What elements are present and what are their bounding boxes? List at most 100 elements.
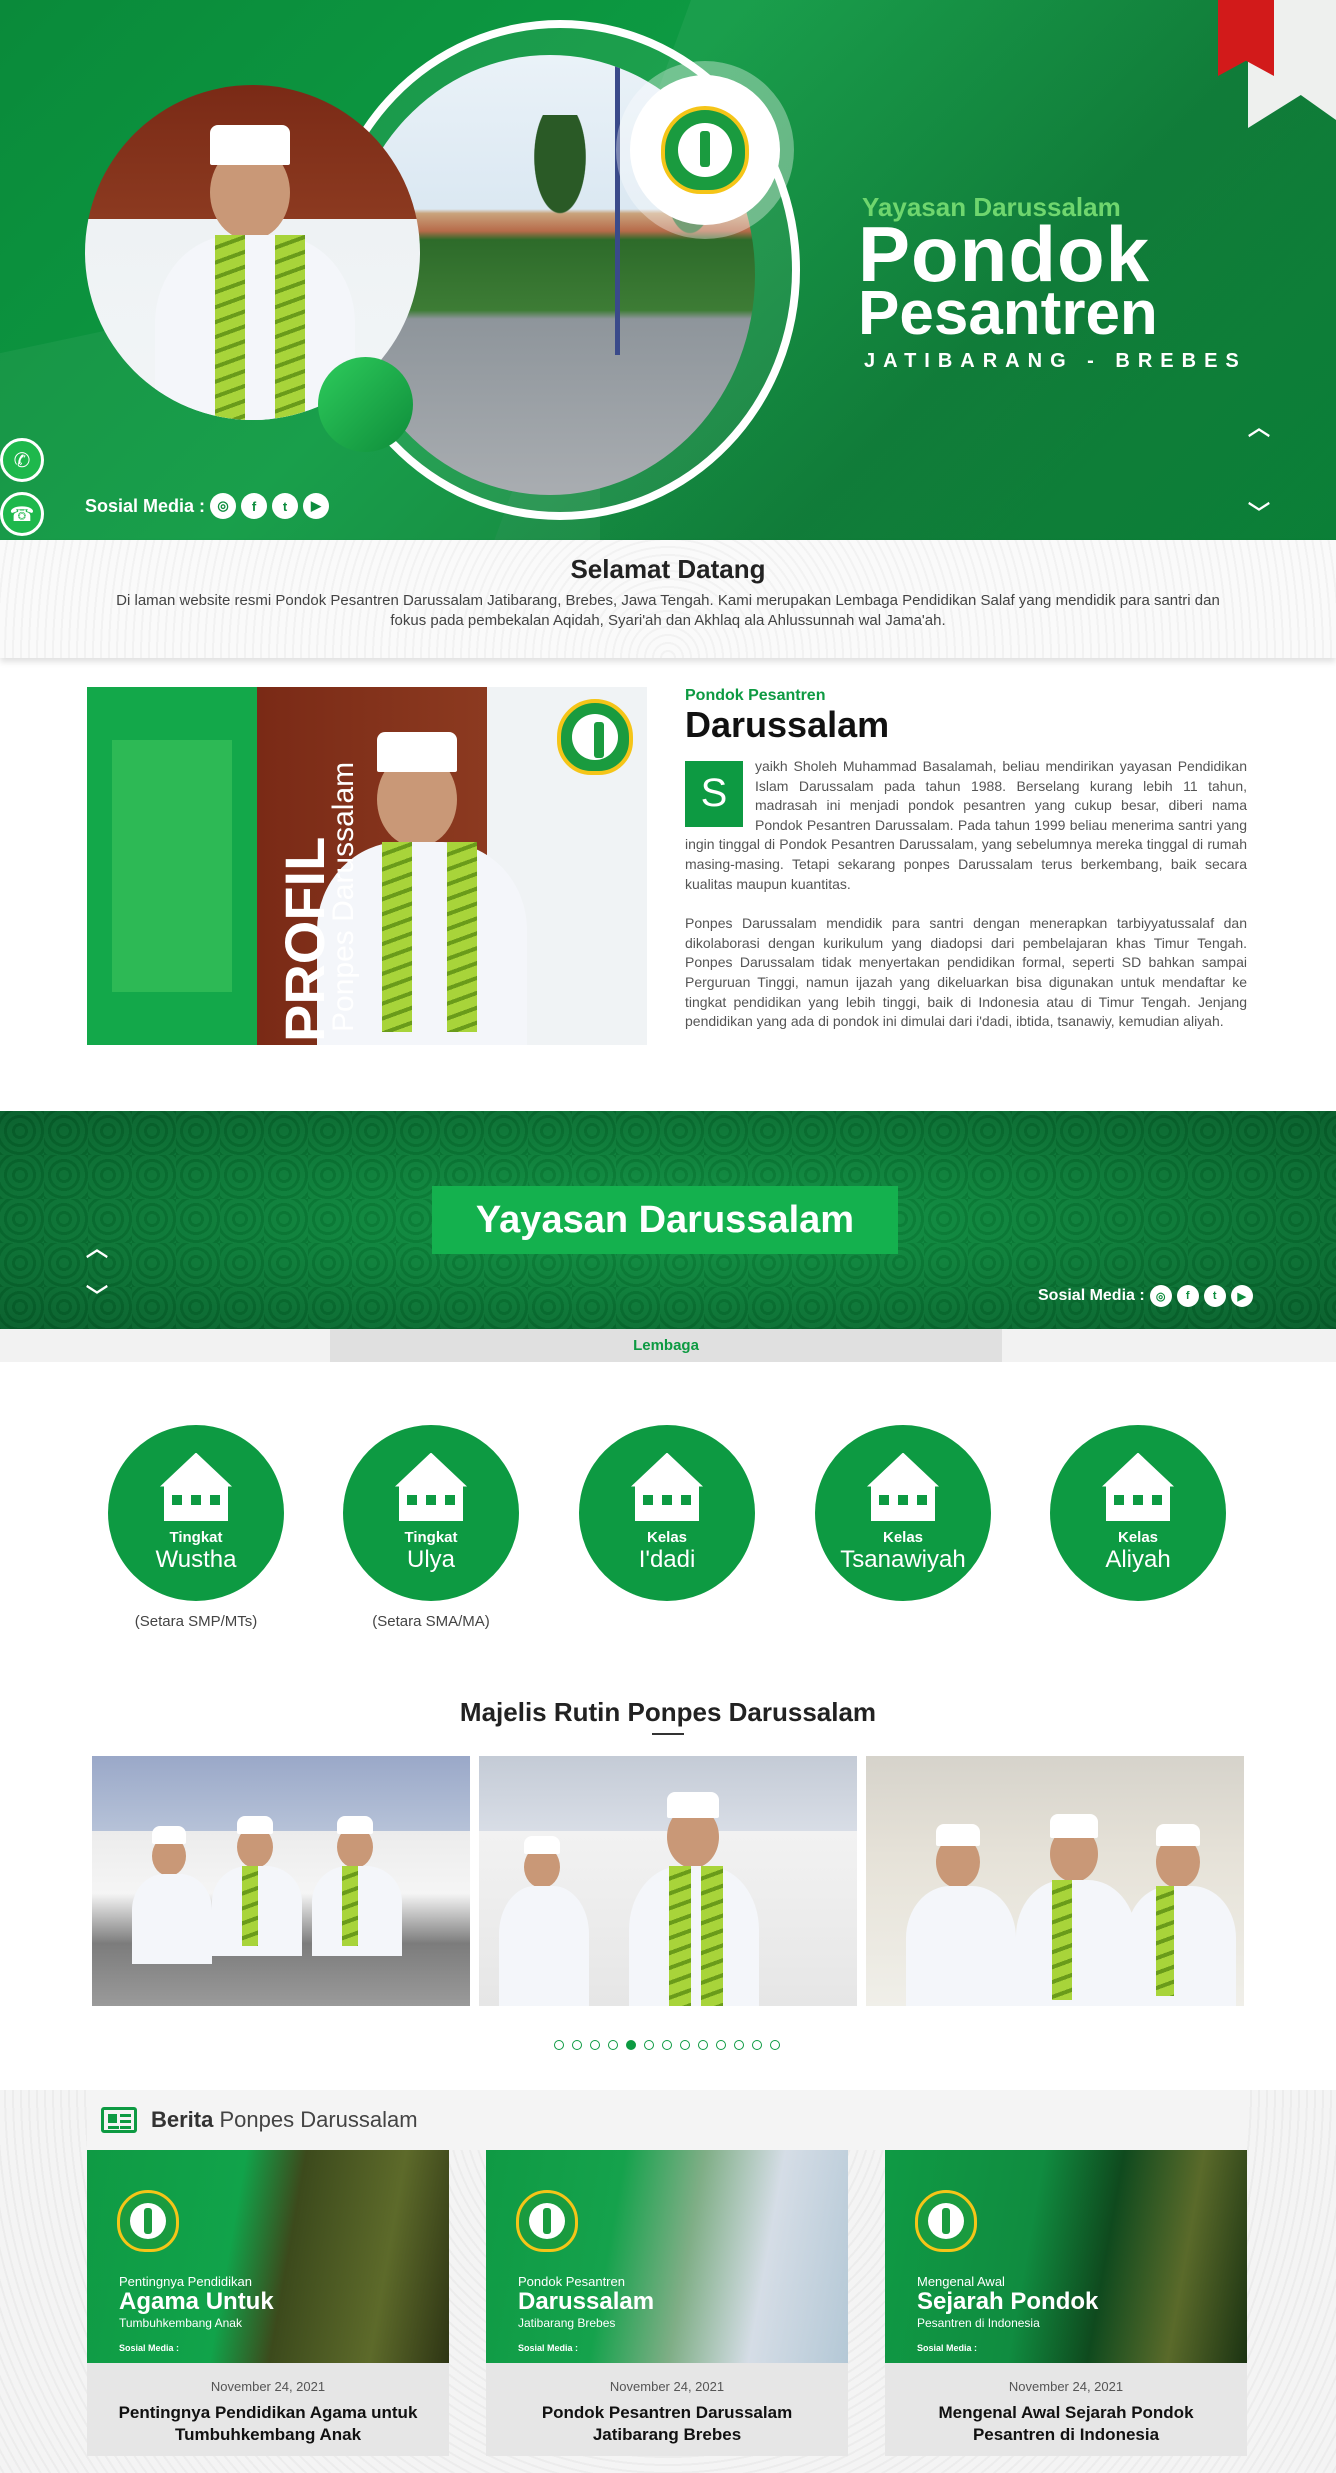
lembaga-item[interactable]: Tingkat Wustha (Setara SMP/MTs) (108, 1425, 284, 1631)
logo-badge (630, 75, 780, 225)
banner-label: Yayasan Darussalam (432, 1186, 898, 1254)
twitter-icon[interactable]: t (1203, 1285, 1226, 1307)
school-icon (863, 1452, 943, 1523)
carousel-dot[interactable] (698, 2040, 708, 2050)
emblem-logo (516, 2190, 578, 2252)
carousel-dot[interactable] (626, 2040, 636, 2050)
lembaga-item[interactable]: Kelas Aliyah (1050, 1425, 1226, 1631)
emblem-logo (557, 699, 637, 779)
carousel-dot[interactable] (644, 2040, 654, 2050)
profile-image: PROFIL Ponpes Darussalam (87, 687, 647, 1045)
lembaga-name: Aliyah (1105, 1545, 1171, 1573)
lembaga-level: Tingkat (404, 1528, 458, 1546)
majelis-photo[interactable] (866, 1756, 1244, 2006)
carousel-dot[interactable] (554, 2040, 564, 2050)
carousel-dot[interactable] (590, 2040, 600, 2050)
welcome-text: Di laman website resmi Pondok Pesantren … (116, 592, 1220, 629)
news-title-link[interactable]: Pentingnya Pendidikan Agama untuk Tumbuh… (99, 2402, 437, 2446)
thumb-caption: Mengenal Awal (917, 2274, 1005, 2289)
lembaga-note (1050, 1613, 1226, 1631)
facebook-icon[interactable]: f (241, 493, 268, 519)
profile-paragraph-2: Ponpes Darussalam mendidik para santri d… (685, 915, 1247, 1030)
banner-social-media: Sosial Media : ◎ f t ▶ (1038, 1285, 1253, 1307)
news-thumbnail[interactable]: Mengenal Awal Sejarah Pondok Pesantren d… (885, 2150, 1247, 2363)
profile-paragraph-1: yaikh Sholeh Muhammad Basalamah, beliau … (685, 758, 1247, 892)
carousel-dot[interactable] (680, 2040, 690, 2050)
slide-up-arrow-icon[interactable]: ︿ (82, 1231, 112, 1263)
tab-strip: Lembaga (0, 1329, 1336, 1362)
news-title-link[interactable]: Pondok Pesantren Darussalam Jatibarang B… (498, 2402, 836, 2446)
hero-social-media: Sosial Media : ◎ f t ▶ (85, 493, 330, 519)
whatsapp-icon[interactable]: ✆ (0, 438, 44, 482)
carousel-dot[interactable] (716, 2040, 726, 2050)
lembaga-level: Tingkat (169, 1528, 223, 1546)
thumb-headline: Darussalam (518, 2288, 655, 2315)
news-title-link[interactable]: Mengenal Awal Sejarah Pondok Pesantren d… (897, 2402, 1235, 2446)
lembaga-note: (Setara SMP/MTs) (134, 1613, 258, 1630)
majelis-photo[interactable] (479, 1756, 857, 2006)
news-card[interactable]: Mengenal Awal Sejarah Pondok Pesantren d… (885, 2150, 1247, 2456)
lembaga-level: Kelas (882, 1528, 924, 1546)
tab-lembaga[interactable]: Lembaga (330, 1329, 1002, 1362)
slide-down-arrow-icon[interactable]: ﹀ (1244, 496, 1274, 528)
berita-header: Berita Ponpes Darussalam (87, 2090, 1247, 2150)
school-icon (1098, 1452, 1178, 1523)
thumb-caption: Jatibarang Brebes (518, 2316, 616, 2330)
social-label: Sosial Media : (1038, 1287, 1145, 1304)
profile-vertical-subtitle: Ponpes Darussalam (327, 761, 360, 1032)
title-underline (652, 1733, 684, 1735)
profile-vertical-title: PROFIL (273, 836, 336, 1042)
phone-icon[interactable]: ☎ (0, 492, 44, 536)
lembaga-note (579, 1613, 755, 1631)
majelis-title: Majelis Rutin Ponpes Darussalam (459, 1697, 877, 1727)
news-card[interactable]: Pondok Pesantren Darussalam Jatibarang B… (486, 2150, 848, 2456)
lembaga-name: Ulya (406, 1545, 455, 1573)
thumb-caption: Pondok Pesantren (518, 2274, 625, 2289)
school-icon (156, 1452, 236, 1523)
news-date: November 24, 2021 (210, 2379, 326, 2394)
slide-up-arrow-icon[interactable]: ︿ (1244, 410, 1274, 442)
welcome-title: Selamat Datang (570, 554, 766, 584)
youtube-icon[interactable]: ▶ (1230, 1285, 1253, 1307)
youtube-icon[interactable]: ▶ (303, 493, 330, 519)
news-card[interactable]: Pentingnya Pendidikan Agama Untuk Tumbuh… (87, 2150, 449, 2456)
carousel-dot[interactable] (734, 2040, 744, 2050)
hero-title-line2: Pesantren (858, 279, 1158, 348)
instagram-icon[interactable]: ◎ (210, 493, 237, 519)
welcome-section: Selamat Datang Di laman website resmi Po… (0, 540, 1336, 658)
facebook-icon[interactable]: f (1176, 1285, 1199, 1307)
majelis-photo[interactable] (92, 1756, 470, 2006)
carousel-dot[interactable] (608, 2040, 618, 2050)
emblem-logo (661, 106, 749, 194)
news-date: November 24, 2021 (609, 2379, 725, 2394)
news-thumbnail[interactable]: Pondok Pesantren Darussalam Jatibarang B… (486, 2150, 848, 2363)
lembaga-level: Kelas (646, 1528, 688, 1546)
news-thumbnail[interactable]: Pentingnya Pendidikan Agama Untuk Tumbuh… (87, 2150, 449, 2363)
thumb-social: Sosial Media : (119, 2343, 180, 2353)
carousel-dot[interactable] (572, 2040, 582, 2050)
drop-cap: S (685, 761, 743, 827)
lembaga-item[interactable]: Kelas Tsanawiyah (815, 1425, 991, 1631)
emblem-logo (915, 2190, 977, 2252)
twitter-icon[interactable]: t (272, 493, 299, 519)
decor-circle (318, 357, 413, 452)
slide-down-arrow-icon[interactable]: ﹀ (82, 1279, 112, 1311)
thumb-social: Sosial Media : (518, 2343, 579, 2353)
lembaga-list: Tingkat Wustha (Setara SMP/MTs) Tingkat … (0, 1425, 1336, 1635)
carousel-dot[interactable] (662, 2040, 672, 2050)
yayasan-banner: Yayasan Darussalam ︿ ﹀ Sosial Media : ◎ … (0, 1111, 1336, 1329)
instagram-icon[interactable]: ◎ (1149, 1285, 1172, 1307)
lembaga-name: Wustha (155, 1545, 237, 1573)
carousel-dot[interactable] (752, 2040, 762, 2050)
carousel-dot[interactable] (770, 2040, 780, 2050)
profile-paragraph: Syaikh Sholeh Muhammad Basalamah, beliau… (685, 757, 1247, 894)
lembaga-name: Tsanawiyah (840, 1545, 966, 1573)
thumb-social: Sosial Media : (917, 2343, 978, 2353)
profile-heading: Darussalam (685, 704, 890, 745)
lembaga-note: (Setara SMA/MA) (372, 1613, 490, 1630)
lembaga-item[interactable]: Tingkat Ulya (Setara SMA/MA) (343, 1425, 519, 1631)
hero-location: JATIBARANG - BREBES (864, 350, 1247, 372)
flag-pole (615, 55, 620, 355)
thumb-headline: Agama Untuk (119, 2288, 274, 2315)
lembaga-item[interactable]: Kelas I'dadi (579, 1425, 755, 1631)
